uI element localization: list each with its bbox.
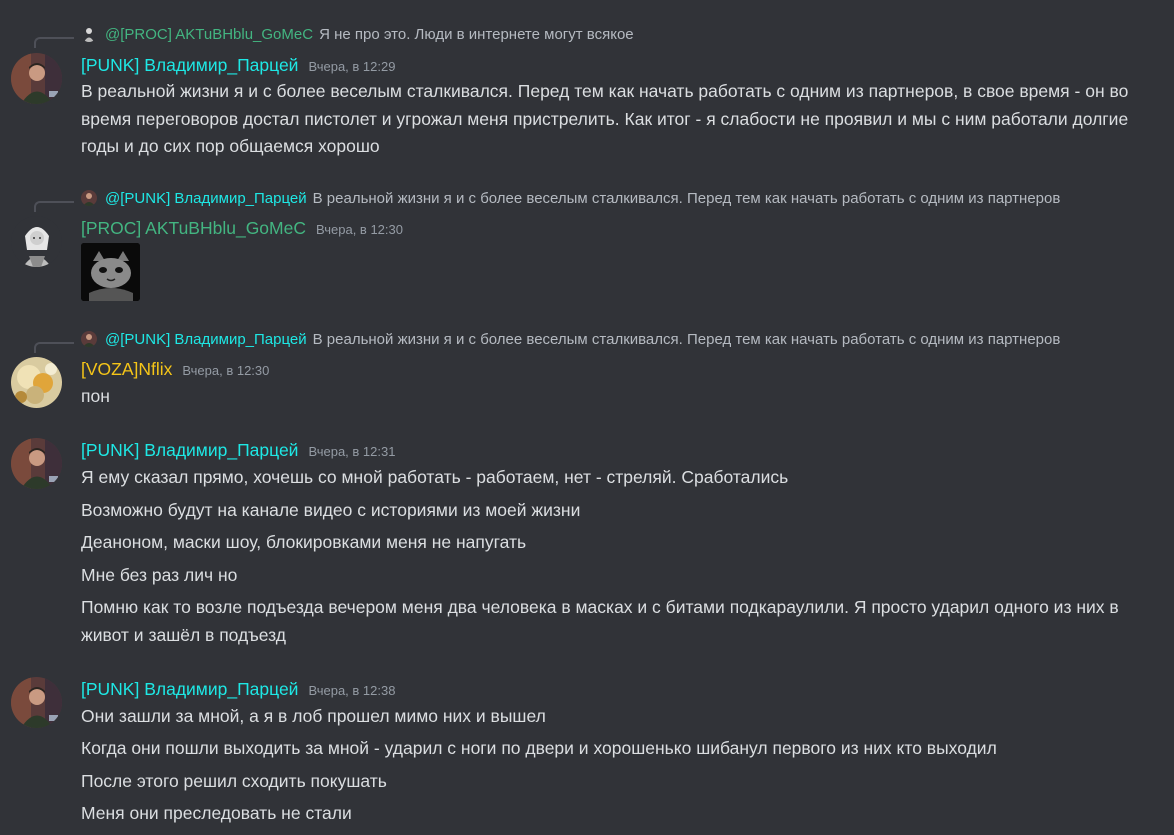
username[interactable]: [PUNK] Владимир_Парцей	[81, 55, 298, 76]
reply-author[interactable]: @[PUNK] Владимир_Парцей	[105, 331, 307, 348]
message-text: В реальной жизни я и с более веселым ста…	[81, 81, 1129, 156]
message-text: Когда они пошли выходить за мной - удари…	[81, 738, 997, 758]
avatar[interactable]	[11, 438, 62, 489]
chat-message-list: @[PROC] AKTuBHblu_GoMeC Я не про это. Лю…	[0, 0, 1174, 835]
reply-text: Я не про это. Люди в интернете могут вся…	[319, 25, 634, 43]
proc-avatar-icon	[11, 216, 62, 267]
timestamp[interactable]: Вчера, в 12:29	[308, 59, 395, 74]
timestamp[interactable]: Вчера, в 12:30	[316, 222, 403, 237]
message-text: пон	[81, 386, 110, 406]
message-text: Меня они преследовать не стали	[81, 803, 352, 823]
avatar[interactable]	[11, 216, 62, 267]
message-header: [PUNK] Владимир_Парцей Вчера, в 12:38	[81, 679, 395, 701]
punk-avatar-icon	[11, 53, 62, 104]
reply-preview[interactable]: @[PUNK] Владимир_Парцей В реальной жизни…	[81, 188, 1141, 208]
message-text: Помню как то возле подъезда вечером меня…	[81, 597, 1119, 645]
message-text: Возможно будут на канале видео с история…	[81, 500, 581, 520]
reply-connector	[34, 37, 74, 48]
message-text: Я ему сказал прямо, хочешь со мной работ…	[81, 467, 789, 487]
avatar[interactable]	[11, 357, 62, 408]
message-header: [PROC] AKTuBHblu_GoMeC Вчера, в 12:30	[81, 218, 403, 240]
avatar[interactable]	[11, 677, 62, 728]
proc-avatar-icon	[81, 26, 97, 42]
reply-connector	[34, 201, 74, 212]
image-attachment[interactable]	[81, 243, 140, 301]
message-header: [PUNK] Владимир_Парцей Вчера, в 12:31	[81, 440, 395, 462]
message-text: После этого решил сходить покушать	[81, 771, 387, 791]
message-header: [PUNK] Владимир_Парцей Вчера, в 12:29	[81, 55, 395, 77]
reply-preview[interactable]: @[PROC] AKTuBHblu_GoMeC Я не про это. Лю…	[81, 24, 1141, 44]
timestamp[interactable]: Вчера, в 12:31	[308, 444, 395, 459]
punk-avatar-icon	[11, 677, 62, 728]
punk-avatar-icon	[81, 190, 97, 206]
reply-text: В реальной жизни я и с более веселым ста…	[312, 330, 1061, 348]
username[interactable]: [PROC] AKTuBHblu_GoMeC	[81, 218, 306, 239]
timestamp[interactable]: Вчера, в 12:30	[182, 363, 269, 378]
reply-text: В реальной жизни я и с более веселым ста…	[312, 189, 1061, 207]
punk-avatar-icon	[81, 331, 97, 347]
username[interactable]: [VOZA]Nflix	[81, 359, 172, 380]
message-text: Они зашли за мной, а я в лоб прошел мимо…	[81, 706, 546, 726]
avatar[interactable]	[11, 53, 62, 104]
punk-avatar-icon	[11, 438, 62, 489]
username[interactable]: [PUNK] Владимир_Парцей	[81, 440, 298, 461]
reply-preview[interactable]: @[PUNK] Владимир_Парцей В реальной жизни…	[81, 329, 1141, 349]
reply-author[interactable]: @[PUNK] Владимир_Парцей	[105, 190, 307, 207]
reply-connector	[34, 342, 74, 353]
message-text: Деаноном, маски шоу, блокировками меня н…	[81, 532, 527, 552]
message-text: Мне без раз лич но	[81, 565, 238, 585]
reply-author[interactable]: @[PROC] AKTuBHblu_GoMeC	[105, 26, 313, 43]
cat-meme-image	[81, 243, 140, 301]
message-header: [VOZA]Nflix Вчера, в 12:30	[81, 359, 269, 381]
timestamp[interactable]: Вчера, в 12:38	[308, 683, 395, 698]
voza-avatar-icon	[11, 357, 62, 408]
username[interactable]: [PUNK] Владимир_Парцей	[81, 679, 298, 700]
